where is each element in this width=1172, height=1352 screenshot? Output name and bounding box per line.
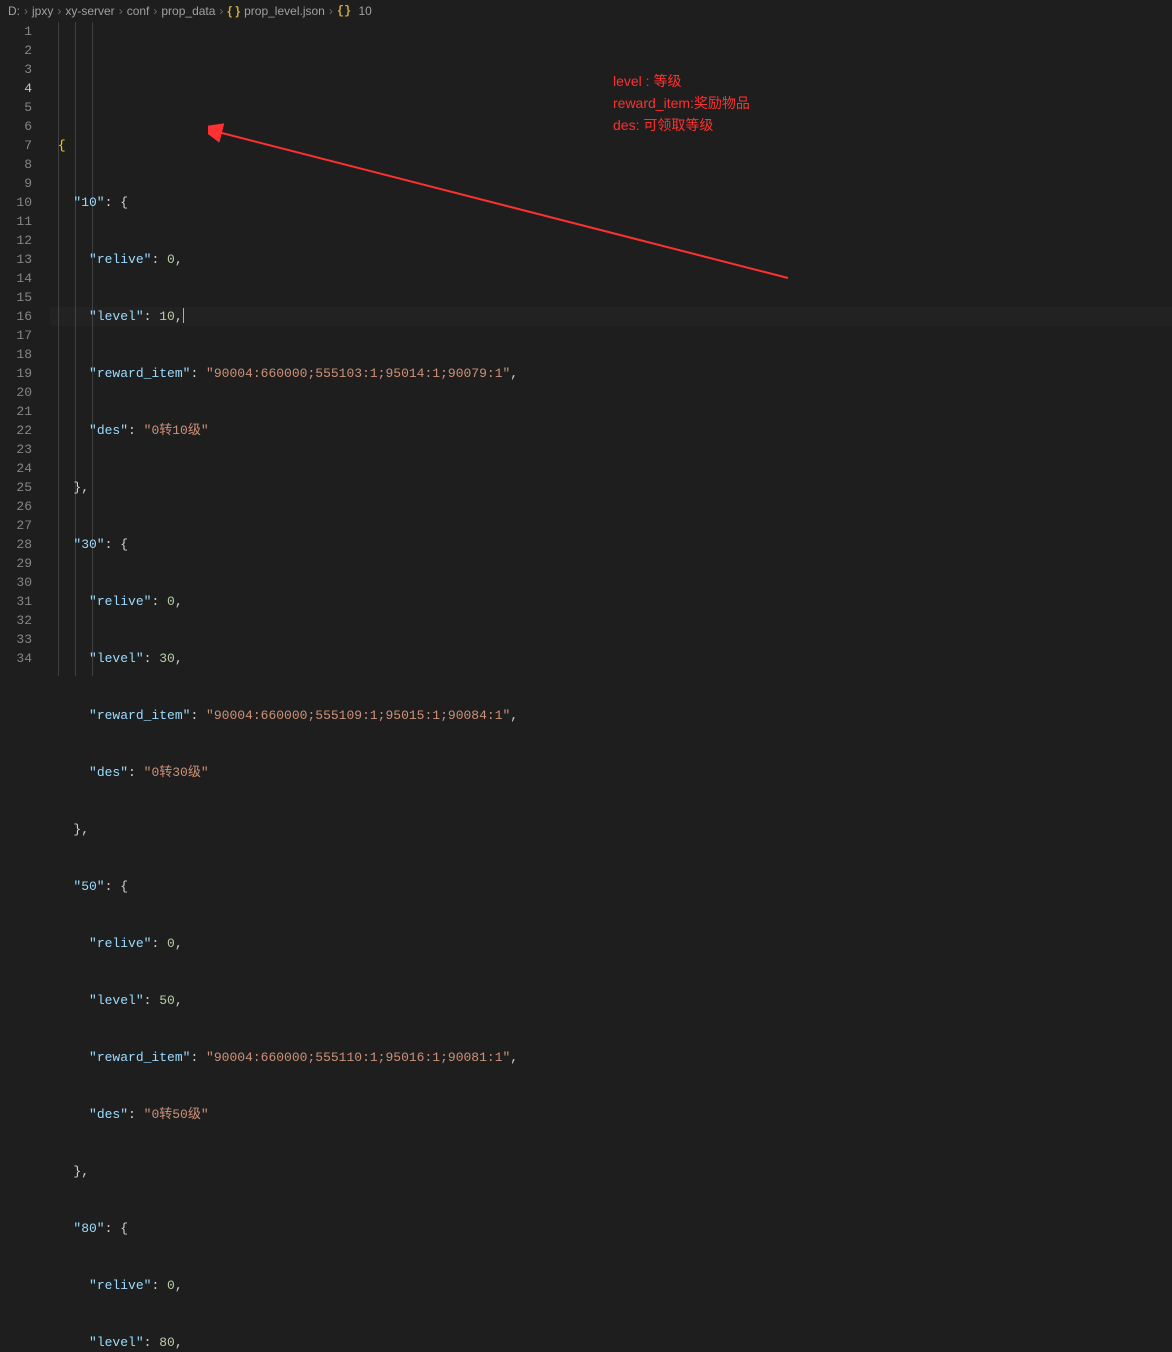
line-number: 4: [0, 79, 32, 98]
line-number: 8: [0, 155, 32, 174]
annotation-level: level : 等级: [613, 70, 750, 92]
code-line-active[interactable]: "level": 10,: [50, 307, 1172, 326]
breadcrumb[interactable]: D: › jpxy › xy-server › conf › prop_data…: [0, 0, 1172, 22]
line-number: 14: [0, 269, 32, 288]
code-line[interactable]: "level": 50,: [50, 991, 1172, 1010]
line-number: 33: [0, 630, 32, 649]
code-line[interactable]: "relive": 0,: [50, 250, 1172, 269]
line-number: 16: [0, 307, 32, 326]
code-line[interactable]: "des": "0转30级": [50, 763, 1172, 782]
line-number: 26: [0, 497, 32, 516]
line-number: 9: [0, 174, 32, 193]
json-icon: { }: [227, 4, 240, 18]
line-number: 27: [0, 516, 32, 535]
line-gutter: 1 2 3 4 5 6 7 8 9 10 11 12 13 14 15 16 1…: [0, 22, 50, 676]
text-cursor: [183, 308, 184, 323]
code-line[interactable]: "80": {: [50, 1219, 1172, 1238]
annotation-reward: reward_item:奖励物品: [613, 92, 750, 114]
line-number: 2: [0, 41, 32, 60]
chevron-right-icon: ›: [119, 4, 123, 18]
line-number: 28: [0, 535, 32, 554]
bc-file[interactable]: prop_level.json: [244, 4, 325, 18]
code-editor[interactable]: 1 2 3 4 5 6 7 8 9 10 11 12 13 14 15 16 1…: [0, 22, 1172, 676]
line-number: 34: [0, 649, 32, 668]
object-icon: {}: [337, 4, 359, 18]
code-line[interactable]: "reward_item": "90004:660000;555103:1;95…: [50, 364, 1172, 383]
chevron-right-icon: ›: [24, 4, 28, 18]
line-number: 17: [0, 326, 32, 345]
bc-seg-conf[interactable]: conf: [127, 4, 150, 18]
code-line[interactable]: "reward_item": "90004:660000;555110:1;95…: [50, 1048, 1172, 1067]
line-number: 10: [0, 193, 32, 212]
annotation-box: level : 等级 reward_item:奖励物品 des: 可领取等级: [613, 70, 750, 136]
line-number: 13: [0, 250, 32, 269]
chevron-right-icon: ›: [57, 4, 61, 18]
line-number: 21: [0, 402, 32, 421]
code-line[interactable]: "reward_item": "90004:660000;555109:1;95…: [50, 706, 1172, 725]
chevron-right-icon: ›: [329, 4, 333, 18]
line-number: 22: [0, 421, 32, 440]
code-line[interactable]: "level": 30,: [50, 649, 1172, 668]
line-number: 24: [0, 459, 32, 478]
line-number: 32: [0, 611, 32, 630]
code-line[interactable]: "10": {: [50, 193, 1172, 212]
line-number: 19: [0, 364, 32, 383]
line-number: 25: [0, 478, 32, 497]
code-line[interactable]: "des": "0转50级": [50, 1105, 1172, 1124]
line-number: 6: [0, 117, 32, 136]
bc-seg-propdata[interactable]: prop_data: [161, 4, 215, 18]
line-number: 18: [0, 345, 32, 364]
line-number: 1: [0, 22, 32, 41]
bc-root[interactable]: D:: [8, 4, 20, 18]
line-number: 5: [0, 98, 32, 117]
code-line[interactable]: "relive": 0,: [50, 592, 1172, 611]
bc-node[interactable]: 10: [358, 4, 371, 18]
line-number: 15: [0, 288, 32, 307]
code-line[interactable]: "relive": 0,: [50, 934, 1172, 953]
annotation-des: des: 可领取等级: [613, 114, 750, 136]
line-number: 29: [0, 554, 32, 573]
code-line[interactable]: "des": "0转10级": [50, 421, 1172, 440]
line-number: 23: [0, 440, 32, 459]
line-number: 20: [0, 383, 32, 402]
line-number: 30: [0, 573, 32, 592]
line-number: 12: [0, 231, 32, 250]
bc-seg-jpxy[interactable]: jpxy: [32, 4, 53, 18]
code-area[interactable]: { "10": { "relive": 0, "level": 10, "rew…: [50, 22, 1172, 676]
code-line[interactable]: "relive": 0,: [50, 1276, 1172, 1295]
bc-seg-xyserver[interactable]: xy-server: [65, 4, 114, 18]
line-number: 7: [0, 136, 32, 155]
code-line[interactable]: {: [50, 136, 1172, 155]
code-line[interactable]: },: [50, 1162, 1172, 1181]
chevron-right-icon: ›: [219, 4, 223, 18]
code-line[interactable]: "level": 80,: [50, 1333, 1172, 1352]
code-line[interactable]: },: [50, 478, 1172, 497]
code-line[interactable]: "30": {: [50, 535, 1172, 554]
line-number: 3: [0, 60, 32, 79]
chevron-right-icon: ›: [153, 4, 157, 18]
line-number: 31: [0, 592, 32, 611]
code-line[interactable]: "50": {: [50, 877, 1172, 896]
code-line[interactable]: },: [50, 820, 1172, 839]
line-number: 11: [0, 212, 32, 231]
